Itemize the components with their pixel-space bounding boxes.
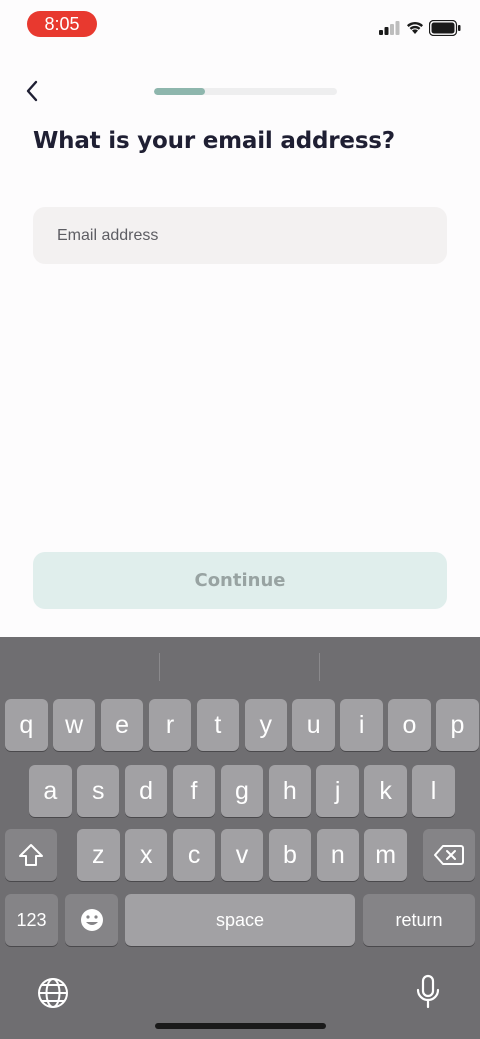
key-n[interactable]: n: [316, 829, 360, 881]
key-c[interactable]: c: [172, 829, 216, 881]
key-w[interactable]: w: [52, 699, 96, 751]
key-e[interactable]: e: [100, 699, 144, 751]
shift-key[interactable]: [5, 829, 57, 881]
predict-divider: [159, 653, 160, 681]
battery-icon: [429, 20, 461, 36]
onboarding-progress-bar: [154, 88, 337, 95]
key-u[interactable]: u: [292, 699, 335, 751]
cellular-signal-icon: [379, 21, 400, 35]
key-y[interactable]: y: [244, 699, 288, 751]
status-time: 8:05: [27, 11, 97, 37]
home-indicator: [155, 1023, 326, 1029]
key-l[interactable]: l: [412, 765, 455, 817]
key-d[interactable]: d: [124, 765, 168, 817]
status-bar: 8:05: [0, 0, 480, 50]
progress-fill: [154, 88, 206, 95]
key-k[interactable]: k: [364, 765, 407, 817]
key-b[interactable]: b: [268, 829, 312, 881]
key-h[interactable]: h: [268, 765, 312, 817]
key-r[interactable]: r: [148, 699, 192, 751]
chevron-left-icon: [26, 80, 38, 102]
microphone-icon[interactable]: [415, 974, 441, 1010]
key-f[interactable]: f: [172, 765, 216, 817]
emoji-icon: [80, 909, 103, 931]
predictive-text-bar: [0, 637, 480, 695]
key-m[interactable]: m: [364, 829, 407, 881]
backspace-icon: [434, 845, 464, 865]
on-screen-keyboard: q w e r t y u i o p a s d f g h j k l z x c v b n m 123 space return: [0, 637, 480, 1039]
backspace-key[interactable]: [423, 829, 475, 881]
key-j[interactable]: j: [316, 765, 359, 817]
emoji-key[interactable]: [65, 894, 118, 946]
shift-icon: [19, 844, 43, 866]
return-key[interactable]: return: [363, 894, 475, 946]
key-z[interactable]: z: [77, 829, 120, 881]
key-a[interactable]: a: [29, 765, 72, 817]
key-i[interactable]: i: [340, 699, 383, 751]
email-field[interactable]: [33, 207, 447, 264]
key-x[interactable]: x: [124, 829, 168, 881]
wifi-icon: [407, 21, 423, 34]
key-g[interactable]: g: [220, 765, 264, 817]
key-q[interactable]: q: [5, 699, 48, 751]
key-o[interactable]: o: [388, 699, 431, 751]
continue-button[interactable]: Continue: [33, 552, 447, 609]
key-p[interactable]: p: [436, 699, 479, 751]
globe-icon[interactable]: [36, 976, 70, 1010]
key-t[interactable]: t: [196, 699, 240, 751]
predict-divider: [319, 653, 320, 681]
back-button[interactable]: [18, 77, 46, 105]
key-v[interactable]: v: [220, 829, 264, 881]
key-s[interactable]: s: [76, 765, 120, 817]
space-key[interactable]: space: [125, 894, 355, 946]
numbers-key[interactable]: 123: [5, 894, 58, 946]
page-title: What is your email address?: [33, 128, 395, 154]
